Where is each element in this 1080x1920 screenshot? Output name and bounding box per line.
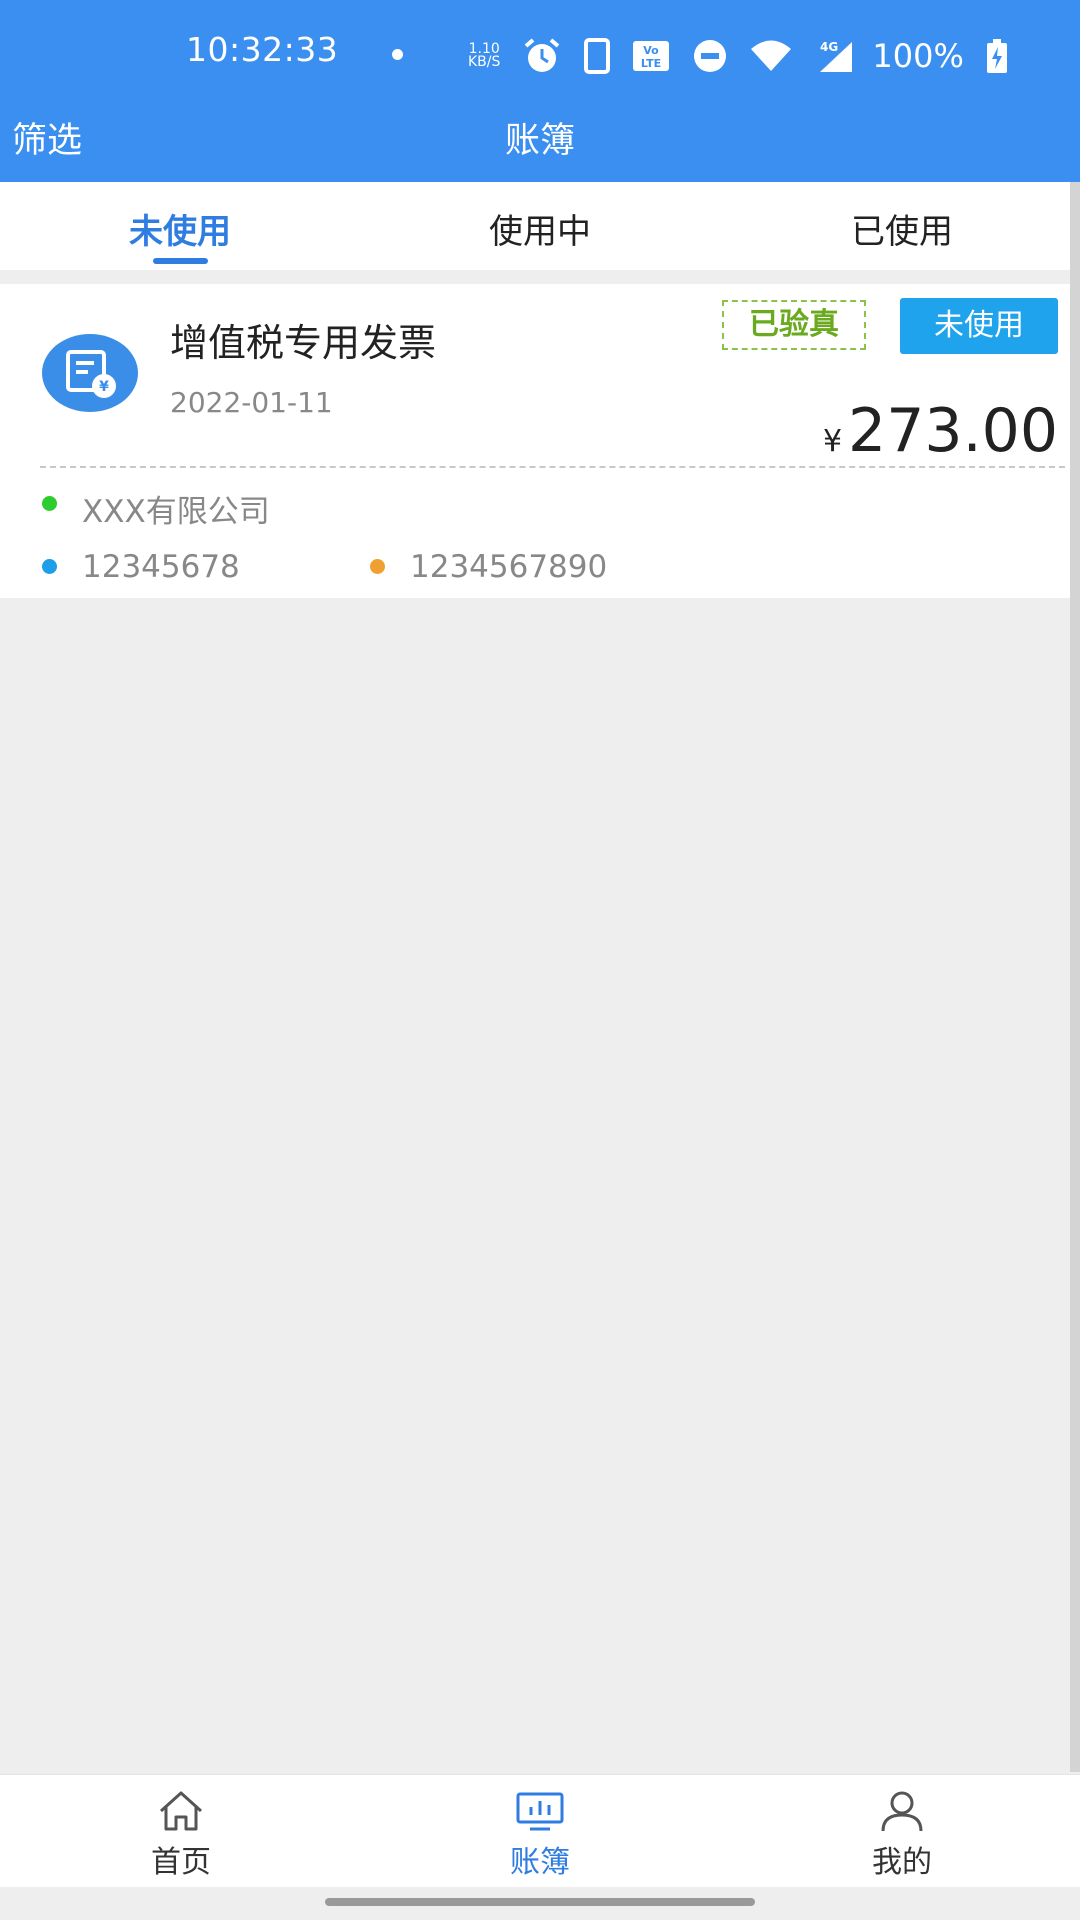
invoice-date: 2022-01-11: [170, 386, 333, 419]
signal-icon: 4G: [820, 40, 853, 72]
nav-ledger[interactable]: 账簿: [460, 1789, 620, 1881]
ledger-chart-icon: [516, 1792, 564, 1831]
nav-home-label: 首页: [151, 1845, 211, 1880]
net-speed: 1.10 KB/S: [468, 42, 501, 70]
dnd-icon: [694, 40, 727, 72]
wifi-icon: [751, 40, 792, 71]
active-tab-indicator: [153, 258, 208, 264]
invoice-code: 12345678: [82, 549, 240, 585]
code-dot-icon: [42, 559, 57, 574]
nav-mine-label: 我的: [872, 1845, 932, 1880]
company-name: XXX有限公司: [82, 494, 270, 530]
status-icons: 1.10 KB/S Vo LTE 4G 100%: [468, 30, 1008, 82]
phone-icon: [584, 38, 611, 74]
verified-badge: 已验真: [722, 300, 866, 350]
currency-symbol: ¥: [822, 424, 843, 459]
net-speed-unit: KB/S: [468, 54, 501, 70]
number-dot-icon: [370, 559, 385, 574]
amount-value: 273.00: [848, 396, 1058, 466]
status-unused-button[interactable]: 未使用: [900, 298, 1058, 354]
user-icon: [881, 1791, 923, 1832]
bottom-nav: 首页 账簿 我的: [0, 1774, 1080, 1887]
svg-text:LTE: LTE: [641, 57, 661, 70]
volte-icon: Vo LTE: [633, 41, 670, 71]
invoice-title: 增值税专用发票: [170, 321, 437, 365]
page-title: 账簿: [504, 121, 575, 161]
svg-text:Vo: Vo: [644, 44, 660, 57]
tab-bar: 未使用 使用中 已使用: [0, 182, 1070, 270]
svg-text:¥: ¥: [99, 379, 109, 395]
notification-dot-icon: [392, 49, 403, 60]
tab-used[interactable]: 已使用: [802, 204, 1002, 253]
status-time: 10:32:33: [186, 30, 339, 69]
nav-mine[interactable]: 我的: [822, 1789, 982, 1881]
tab-unused[interactable]: 未使用: [80, 204, 280, 253]
battery-charging-icon: [986, 39, 1007, 73]
title-bar: 筛选 账簿: [0, 100, 1080, 182]
invoice-number: 1234567890: [410, 549, 608, 585]
company-dot-icon: [42, 496, 57, 511]
nav-home[interactable]: 首页: [101, 1789, 261, 1881]
scrollbar[interactable]: [1070, 182, 1080, 1772]
status-bar: 10:32:33 1.10 KB/S Vo LTE 4G 100%: [0, 0, 1080, 110]
invoice-yen-icon: ¥: [42, 334, 138, 412]
battery-percent: 100%: [872, 37, 964, 75]
alarm-icon: [525, 38, 560, 72]
tab-in-use[interactable]: 使用中: [440, 204, 640, 253]
dashed-divider: [40, 466, 1065, 468]
invoice-amount: ¥273.00: [823, 396, 1058, 466]
home-indicator[interactable]: [325, 1898, 755, 1906]
network-type: 4G: [820, 40, 838, 54]
nav-ledger-label: 账簿: [510, 1845, 570, 1880]
invoice-card[interactable]: ¥ 增值税专用发票 2022-01-11 已验真 未使用 ¥273.00 XXX…: [0, 284, 1070, 598]
home-icon: [159, 1791, 203, 1831]
